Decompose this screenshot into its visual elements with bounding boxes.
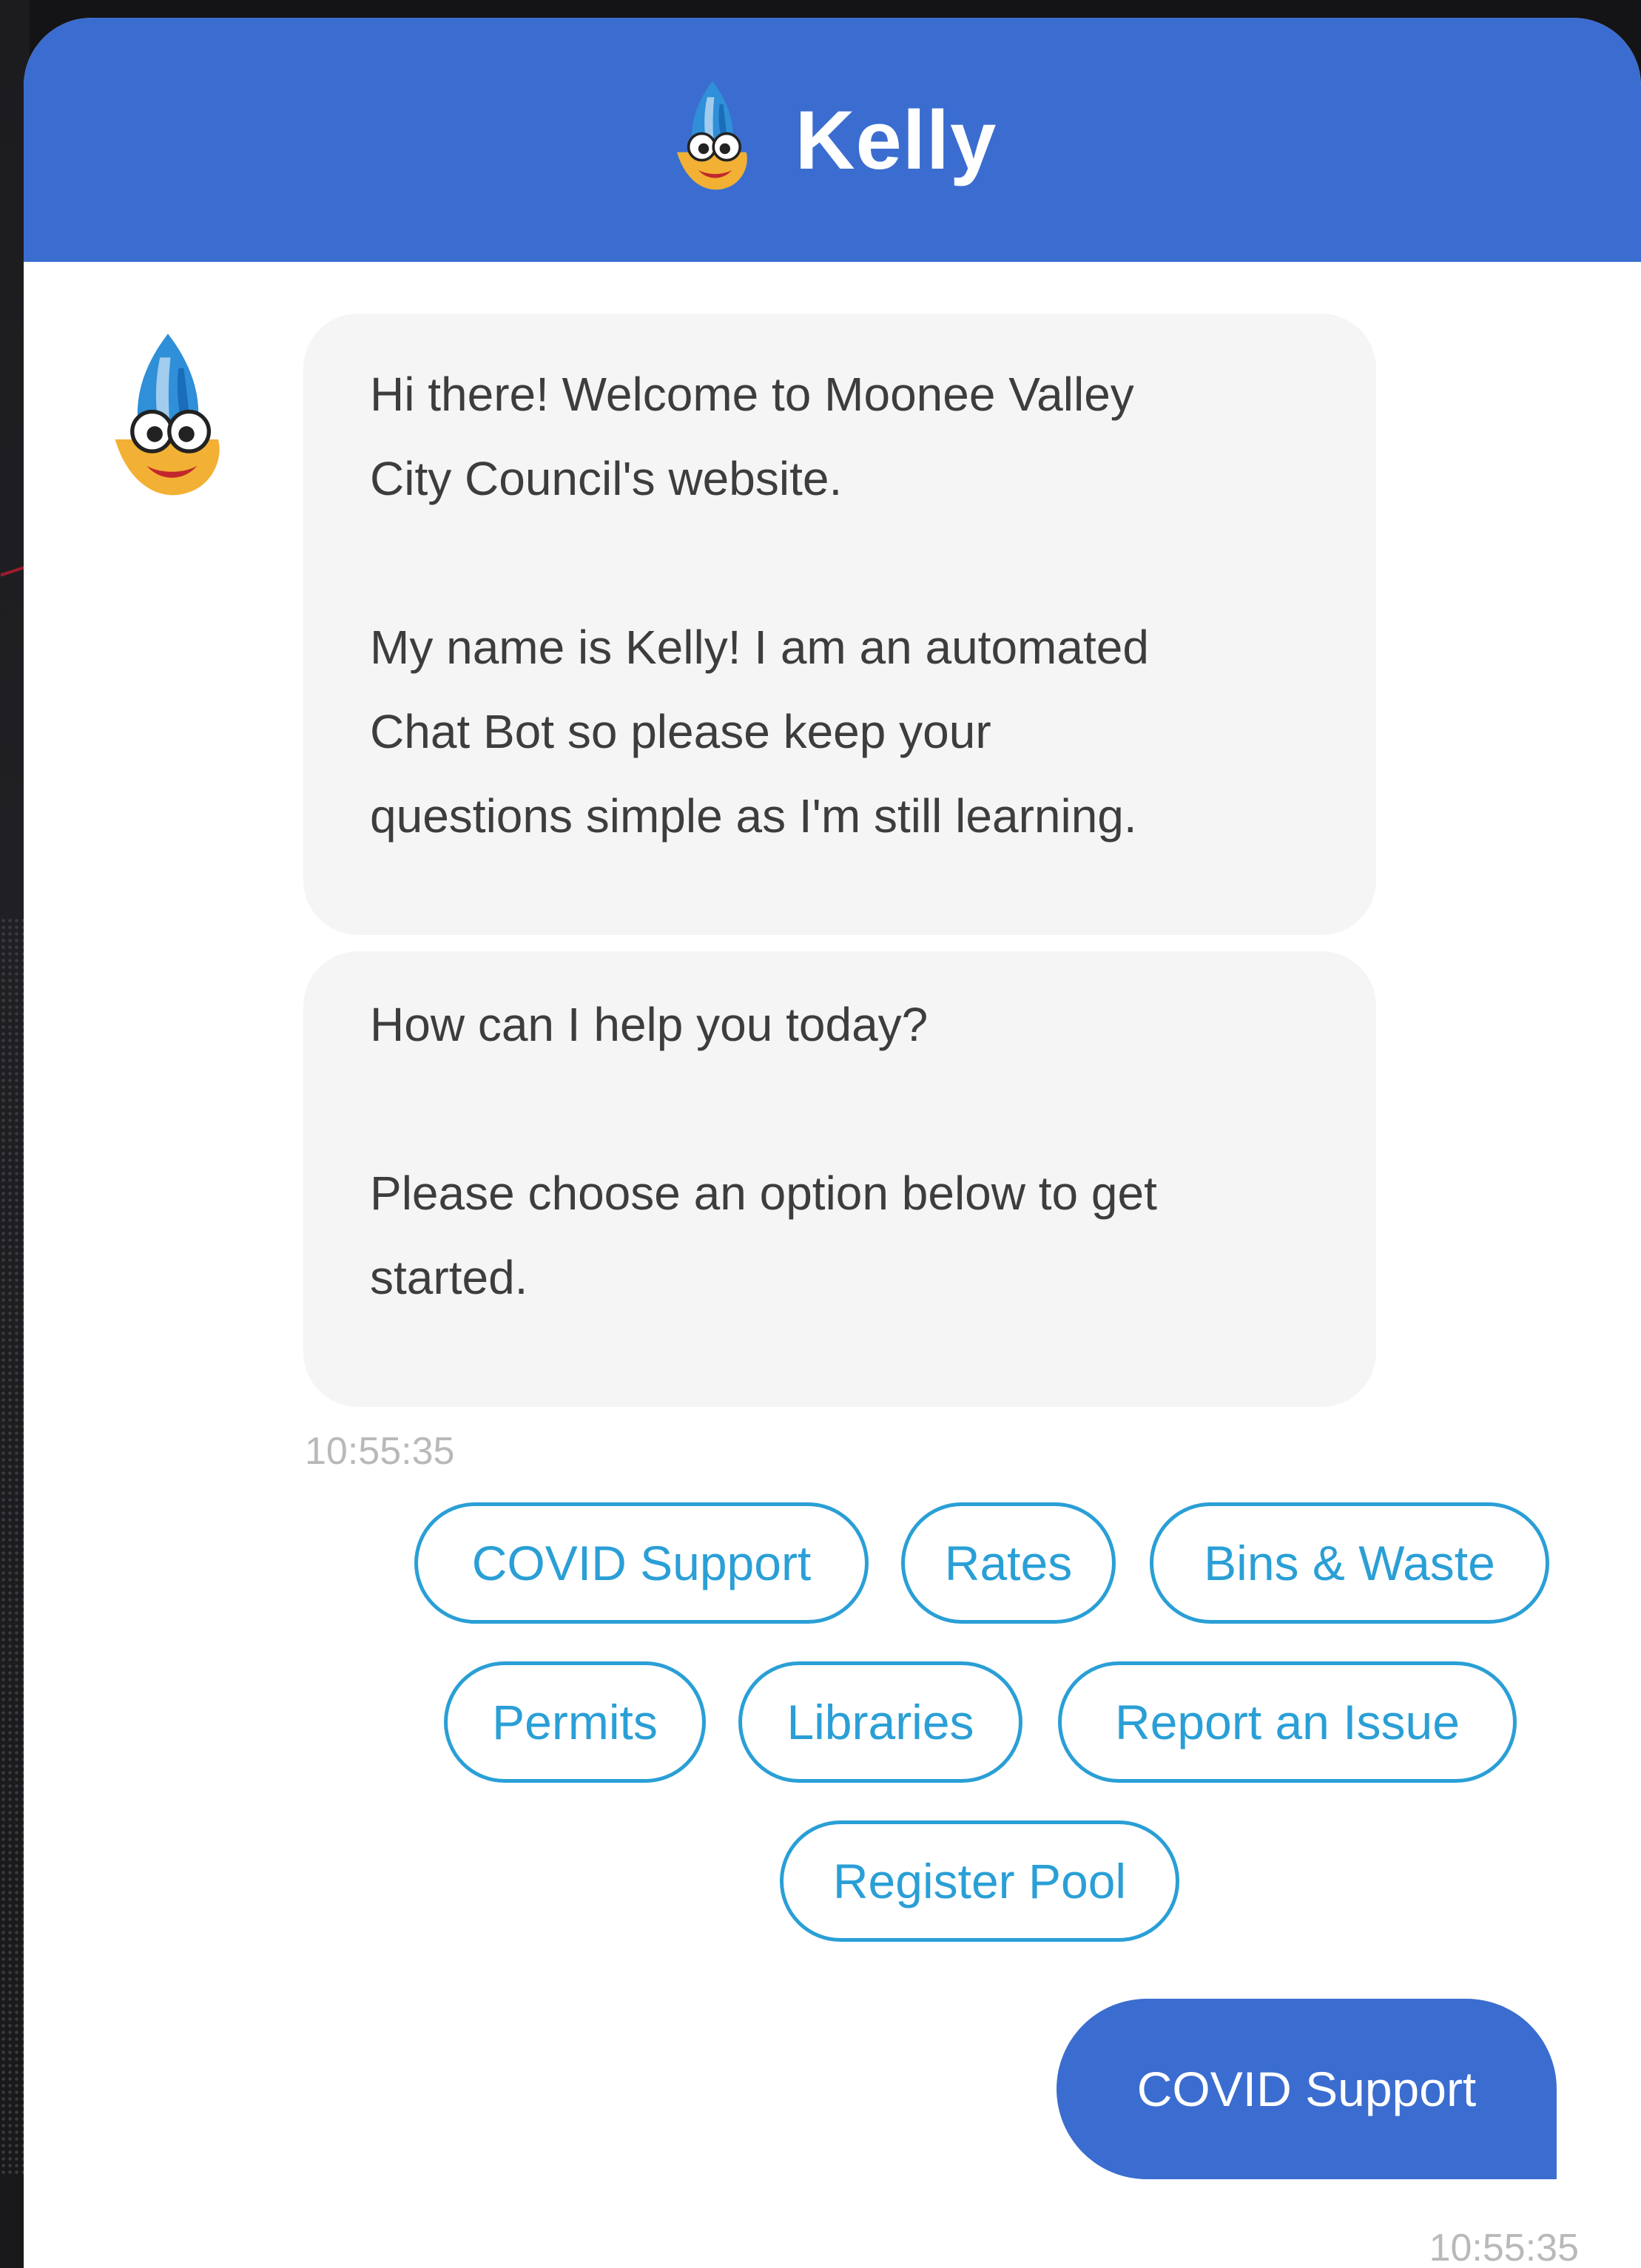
quick-reply-register-pool[interactable]: Register Pool xyxy=(780,1820,1179,1942)
bot-message-help: How can I help you today? Please choose … xyxy=(303,951,1376,1407)
bot-message-timestamp: 10:55:35 xyxy=(305,1430,455,1473)
quick-reply-covid-support[interactable]: COVID Support xyxy=(414,1502,869,1624)
quick-reply-bins-waste[interactable]: Bins & Waste xyxy=(1150,1502,1549,1624)
quick-reply-report-issue[interactable]: Report an Issue xyxy=(1058,1661,1517,1783)
quick-reply-permits[interactable]: Permits xyxy=(444,1661,706,1783)
quick-reply-libraries[interactable]: Libraries xyxy=(738,1661,1022,1783)
message-text: My name is Kelly! I am an automated Chat… xyxy=(370,621,1149,843)
quick-reply-rates[interactable]: Rates xyxy=(901,1502,1116,1624)
kelly-mascot-icon xyxy=(115,334,220,496)
message-text: Hi there! Welcome to Moonee Valley City … xyxy=(370,368,1134,505)
user-message-timestamp: 10:55:35 xyxy=(1429,2227,1579,2268)
chat-window: Kelly Hi there! Welcome to Moonee Valley… xyxy=(24,18,1641,2268)
user-message: COVID Support xyxy=(1057,1999,1557,2179)
message-text: Please choose an option below to get sta… xyxy=(370,1167,1157,1304)
chat-header: Kelly xyxy=(24,18,1641,262)
background-speaker-grille xyxy=(0,917,24,2175)
kelly-mascot-icon xyxy=(676,81,747,190)
header-title: Kelly xyxy=(795,93,997,186)
message-text: How can I help you today? xyxy=(370,998,929,1051)
bot-message-welcome: Hi there! Welcome to Moonee Valley City … xyxy=(303,314,1376,935)
